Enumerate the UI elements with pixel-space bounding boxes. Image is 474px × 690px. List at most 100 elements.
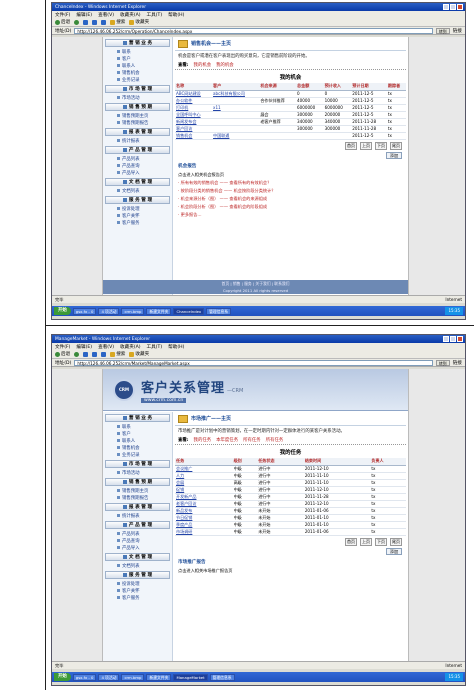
- sidebar-item[interactable]: 产品列表: [103, 530, 172, 537]
- pager-first[interactable]: 首页: [345, 537, 357, 546]
- sidebar-item[interactable]: 投诉处理: [103, 205, 172, 212]
- table-row[interactable]: 季度产品 中级 未开始 2011-01-10 tx: [175, 521, 406, 529]
- column-header[interactable]: 总金额: [296, 83, 324, 91]
- table-cell[interactable]: x11: [212, 104, 260, 112]
- close-button[interactable]: [457, 336, 463, 342]
- sidebar-section-header[interactable]: 营 销 业 务: [105, 414, 170, 422]
- sidebar-item[interactable]: 业务记录: [103, 451, 172, 458]
- menu-favorites[interactable]: 收藏夹(A): [120, 12, 141, 18]
- sidebar-section-header[interactable]: 文 档 管 理: [105, 553, 170, 561]
- table-cell[interactable]: 季度产品: [175, 521, 233, 529]
- forward-button[interactable]: [74, 351, 80, 357]
- sidebar-item[interactable]: 客户关怀: [103, 212, 172, 219]
- search-button[interactable]: 搜索: [110, 19, 125, 25]
- table-cell[interactable]: 客户回访: [175, 125, 213, 133]
- address-input[interactable]: http://126.46.06.252/crm/Market/ManageMa…: [74, 359, 433, 366]
- links-label[interactable]: 链接: [453, 28, 462, 34]
- pager-next[interactable]: 下页: [375, 537, 387, 546]
- column-header[interactable]: 预计收入: [323, 83, 352, 91]
- menu-view[interactable]: 查看(V): [98, 12, 114, 18]
- column-header[interactable]: 名称: [175, 83, 213, 91]
- table-row[interactable]: 会议推广 中级 进行中 2011-12-10 tx: [175, 465, 406, 473]
- column-header[interactable]: 预计日期: [351, 83, 387, 91]
- table-cell[interactable]: 节日促销: [175, 514, 233, 522]
- sidebar-item[interactable]: 联系人: [103, 62, 172, 69]
- address-input[interactable]: http://126.46.06.252/crm/Operation/Chanc…: [74, 27, 433, 34]
- filter-link-all[interactable]: 我的机会: [216, 62, 234, 68]
- minimize-button[interactable]: [443, 4, 449, 10]
- menu-favorites[interactable]: 收藏夹(A): [120, 344, 141, 350]
- taskbar-item[interactable]: gsx.fx - 0: [72, 673, 97, 681]
- sidebar-item[interactable]: 销售预期主页: [103, 112, 172, 119]
- sidebar-item[interactable]: 销售预期报告: [103, 494, 172, 501]
- menu-file[interactable]: 文件(F): [55, 12, 70, 18]
- footer-links[interactable]: 首页 | 销售 | 服务 | 关于我们 | 联系我们: [222, 281, 290, 287]
- menu-help[interactable]: 帮助(H): [168, 344, 184, 350]
- pager-prev[interactable]: 上页: [360, 537, 372, 546]
- table-row[interactable]: 老客户回访 中级 进行中 2011-12-10 tx: [175, 500, 406, 508]
- menu-edit[interactable]: 编辑(E): [76, 344, 92, 350]
- table-cell[interactable]: [212, 97, 260, 105]
- pager-prev[interactable]: 上页: [360, 141, 372, 150]
- sidebar-section-header[interactable]: 文 档 管 理: [105, 178, 170, 186]
- sidebar-item[interactable]: 文档列表: [103, 187, 172, 194]
- sidebar-section-header[interactable]: 产 品 管 理: [105, 521, 170, 529]
- filter-link-my[interactable]: 我的机会: [194, 62, 212, 68]
- report-link[interactable]: · 机会来源分析（图） —— 查看机会的来源组成: [175, 195, 406, 203]
- sidebar-item[interactable]: 文档列表: [103, 562, 172, 569]
- sidebar-item[interactable]: 市场活动: [103, 469, 172, 476]
- sidebar-item[interactable]: 产品列表: [103, 155, 172, 162]
- maximize-button[interactable]: [450, 4, 456, 10]
- sidebar-item[interactable]: 统计报表: [103, 512, 172, 519]
- filter-link[interactable]: 所有任务: [266, 437, 284, 443]
- report-link[interactable]: · 所有有效的销售机会 —— 查看所有的有效机会？: [175, 179, 406, 187]
- menu-help[interactable]: 帮助(H): [168, 12, 184, 18]
- home-button[interactable]: [101, 19, 107, 25]
- taskbar-item-active[interactable]: ManageMarket: [173, 673, 208, 681]
- stop-button[interactable]: [83, 19, 89, 25]
- menu-file[interactable]: 文件(F): [55, 344, 70, 350]
- column-header[interactable]: 结束时间: [303, 458, 371, 466]
- table-cell[interactable]: 销售机会: [175, 132, 213, 140]
- taskbar-item[interactable]: 新建文件夹: [146, 307, 172, 315]
- column-header[interactable]: 任务状态: [257, 458, 304, 466]
- sidebar-item[interactable]: 产品查询: [103, 537, 172, 544]
- table-cell[interactable]: 市场调研: [175, 528, 233, 536]
- pager-last[interactable]: 尾页: [390, 141, 402, 150]
- table-cell[interactable]: [212, 118, 260, 126]
- filter-link[interactable]: 我的任务: [194, 437, 212, 443]
- sidebar-item[interactable]: 客户: [103, 55, 172, 62]
- pager-first[interactable]: 首页: [345, 141, 357, 150]
- back-button[interactable]: 后退: [55, 351, 70, 357]
- sidebar-section-header[interactable]: 销 售 预 期: [105, 478, 170, 486]
- refresh-button[interactable]: [92, 351, 98, 357]
- table-cell[interactable]: 办公软件: [175, 97, 213, 105]
- taskbar-item[interactable]: 管理信息系: [206, 307, 232, 315]
- table-row[interactable]: 销售机会 中国联通 2011-12-5 tx: [175, 132, 406, 140]
- maximize-button[interactable]: [450, 336, 456, 342]
- table-row[interactable]: 新闻发布会 老客户推荐 340000 340000 2011-11-28 tx: [175, 118, 406, 126]
- table-cell[interactable]: 打印机: [175, 104, 213, 112]
- table-cell[interactable]: ABC网站建设: [175, 90, 213, 98]
- table-row[interactable]: 节日促销 中级 未开始 2011-01-10 tx: [175, 514, 406, 522]
- menu-tools[interactable]: 工具(T): [147, 344, 163, 350]
- sidebar-item[interactable]: 市场活动: [103, 94, 172, 101]
- sidebar-item[interactable]: 销售机会: [103, 69, 172, 76]
- sidebar-section-header[interactable]: 报 表 管 理: [105, 503, 170, 511]
- table-row[interactable]: 人力 中级 进行中 2011-11-10 tx: [175, 472, 406, 480]
- table-cell[interactable]: 会议推广: [175, 465, 233, 473]
- sidebar-section-header[interactable]: 服 务 管 理: [105, 196, 170, 204]
- table-row[interactable]: 会展 高级 进行中 2011-11-10 tx: [175, 479, 406, 487]
- column-header[interactable]: 跟踪者: [386, 83, 406, 91]
- sidebar-item[interactable]: 联系人: [103, 437, 172, 444]
- pager-next[interactable]: 下页: [375, 141, 387, 150]
- close-button[interactable]: [457, 4, 463, 10]
- sidebar-item[interactable]: 销售预期报告: [103, 119, 172, 126]
- column-header[interactable]: 机会来源: [259, 83, 297, 91]
- sidebar-section-header[interactable]: 报 表 管 理: [105, 128, 170, 136]
- minimize-button[interactable]: [443, 336, 449, 342]
- sidebar-item[interactable]: 客户服务: [103, 594, 172, 601]
- column-header[interactable]: 负责人: [370, 458, 406, 466]
- menu-edit[interactable]: 编辑(E): [76, 12, 92, 18]
- table-cell[interactable]: 会展: [175, 479, 233, 487]
